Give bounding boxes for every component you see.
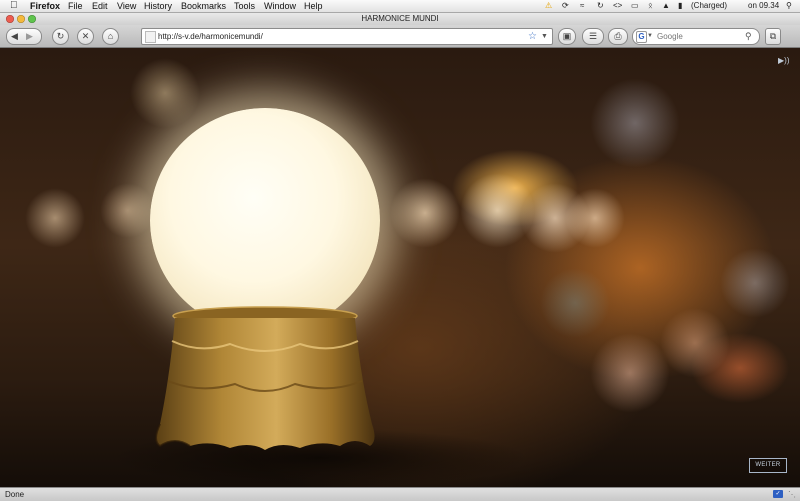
back-forward-group: ◀ ▶ [6,28,42,45]
bokeh-light [390,178,460,248]
bokeh-light [720,248,790,318]
feed-icon: ☰ [588,31,598,41]
menu-help[interactable]: Help [304,0,323,12]
print-button[interactable]: ⎙ [608,28,628,45]
time-machine-icon[interactable]: ↻ [597,0,604,12]
apple-icon[interactable]:  [10,0,18,12]
camera-icon: ▣ [562,31,572,41]
window-titlebar: HARMONICE MUNDI [0,13,800,25]
page-content: ▶)) WEITER [0,48,800,487]
bokeh-light [590,333,670,413]
window-title: HARMONICE MUNDI [361,14,439,23]
menu-app-name[interactable]: Firefox [30,0,60,12]
bokeh-light [590,78,680,168]
stop-button[interactable]: ✕ [77,28,94,45]
wifi-icon[interactable]: ≈ [580,0,584,12]
tabs-icon: ⧉ [769,31,777,41]
mac-menubar:  Firefox File Edit View History Bookmar… [0,0,800,13]
menu-history[interactable]: History [144,0,172,12]
tabs-overview-button[interactable]: ⧉ [765,28,781,45]
volume-icon[interactable]: ▲ [662,0,670,12]
bokeh-light [25,188,85,248]
url-bar[interactable]: ☆ ▼ [141,28,553,45]
reload-icon: ↻ [56,31,65,41]
search-bar[interactable]: G ▼ ⚲ [632,28,760,45]
menu-bookmarks[interactable]: Bookmarks [181,0,226,12]
screenshot-button[interactable]: ▣ [558,28,576,45]
sync-icon[interactable]: ⟳ [562,0,569,12]
bokeh-light [565,188,625,248]
zoom-window-icon[interactable] [28,15,36,23]
menu-file[interactable]: File [68,0,83,12]
home-icon: ⌂ [107,31,114,41]
battery-status-text[interactable]: (Charged) [691,0,727,12]
url-input[interactable] [158,29,518,44]
bokeh-light [660,308,730,378]
browser-toolbar: ◀ ▶ ↻ ✕ ⌂ ☆ ▼ ▣ ☰ ⎙ G ▼ ⚲ ⧉ [0,25,800,48]
close-window-icon[interactable] [6,15,14,23]
search-icon[interactable]: ⚲ [745,29,752,44]
forward-arrow-icon[interactable]: ▶ [26,29,33,44]
url-dropdown-icon[interactable]: ▼ [541,29,548,44]
weiter-button[interactable]: WEITER [749,458,787,473]
minimize-window-icon[interactable] [17,15,25,23]
warning-icon[interactable]: ⚠ [545,0,552,12]
resize-grip-icon[interactable]: ⋱ [788,488,796,501]
bookmark-star-icon[interactable]: ☆ [528,29,537,44]
bokeh-light [540,268,610,338]
printer-icon: ⎙ [614,31,622,41]
search-input[interactable] [657,29,741,44]
display-icon[interactable]: ▭ [631,0,639,12]
bokeh-light [130,58,200,128]
browser-statusbar: Done ✓ ⋱ [0,487,800,501]
code-icon[interactable]: <> [613,0,622,12]
battery-icon[interactable]: ▮ [678,0,682,12]
status-text: Done [5,490,25,499]
back-arrow-icon[interactable]: ◀ [11,29,18,44]
google-engine-icon[interactable]: G [636,31,647,43]
sound-toggle-icon[interactable]: ▶)) [778,56,789,65]
clock[interactable]: on 09.34 [748,0,779,12]
site-favicon-icon [145,31,156,43]
home-button[interactable]: ⌂ [102,28,119,45]
menu-tools[interactable]: Tools [234,0,255,12]
golden-base-image [155,306,375,450]
reload-button[interactable]: ↻ [52,28,69,45]
menu-view[interactable]: View [117,0,136,12]
menu-edit[interactable]: Edit [92,0,108,12]
crystal-ball-globe [150,108,380,333]
feed-button[interactable]: ☰ [582,28,604,45]
bluetooth-icon[interactable]: ᛟ [648,0,653,12]
stop-icon: ✕ [81,31,90,41]
spotlight-icon[interactable]: ⚲ [786,0,792,12]
engine-dropdown-icon[interactable]: ▼ [647,29,653,44]
menu-window[interactable]: Window [264,0,296,12]
extension-status-icon[interactable]: ✓ [773,490,783,498]
bokeh-light [100,183,155,238]
